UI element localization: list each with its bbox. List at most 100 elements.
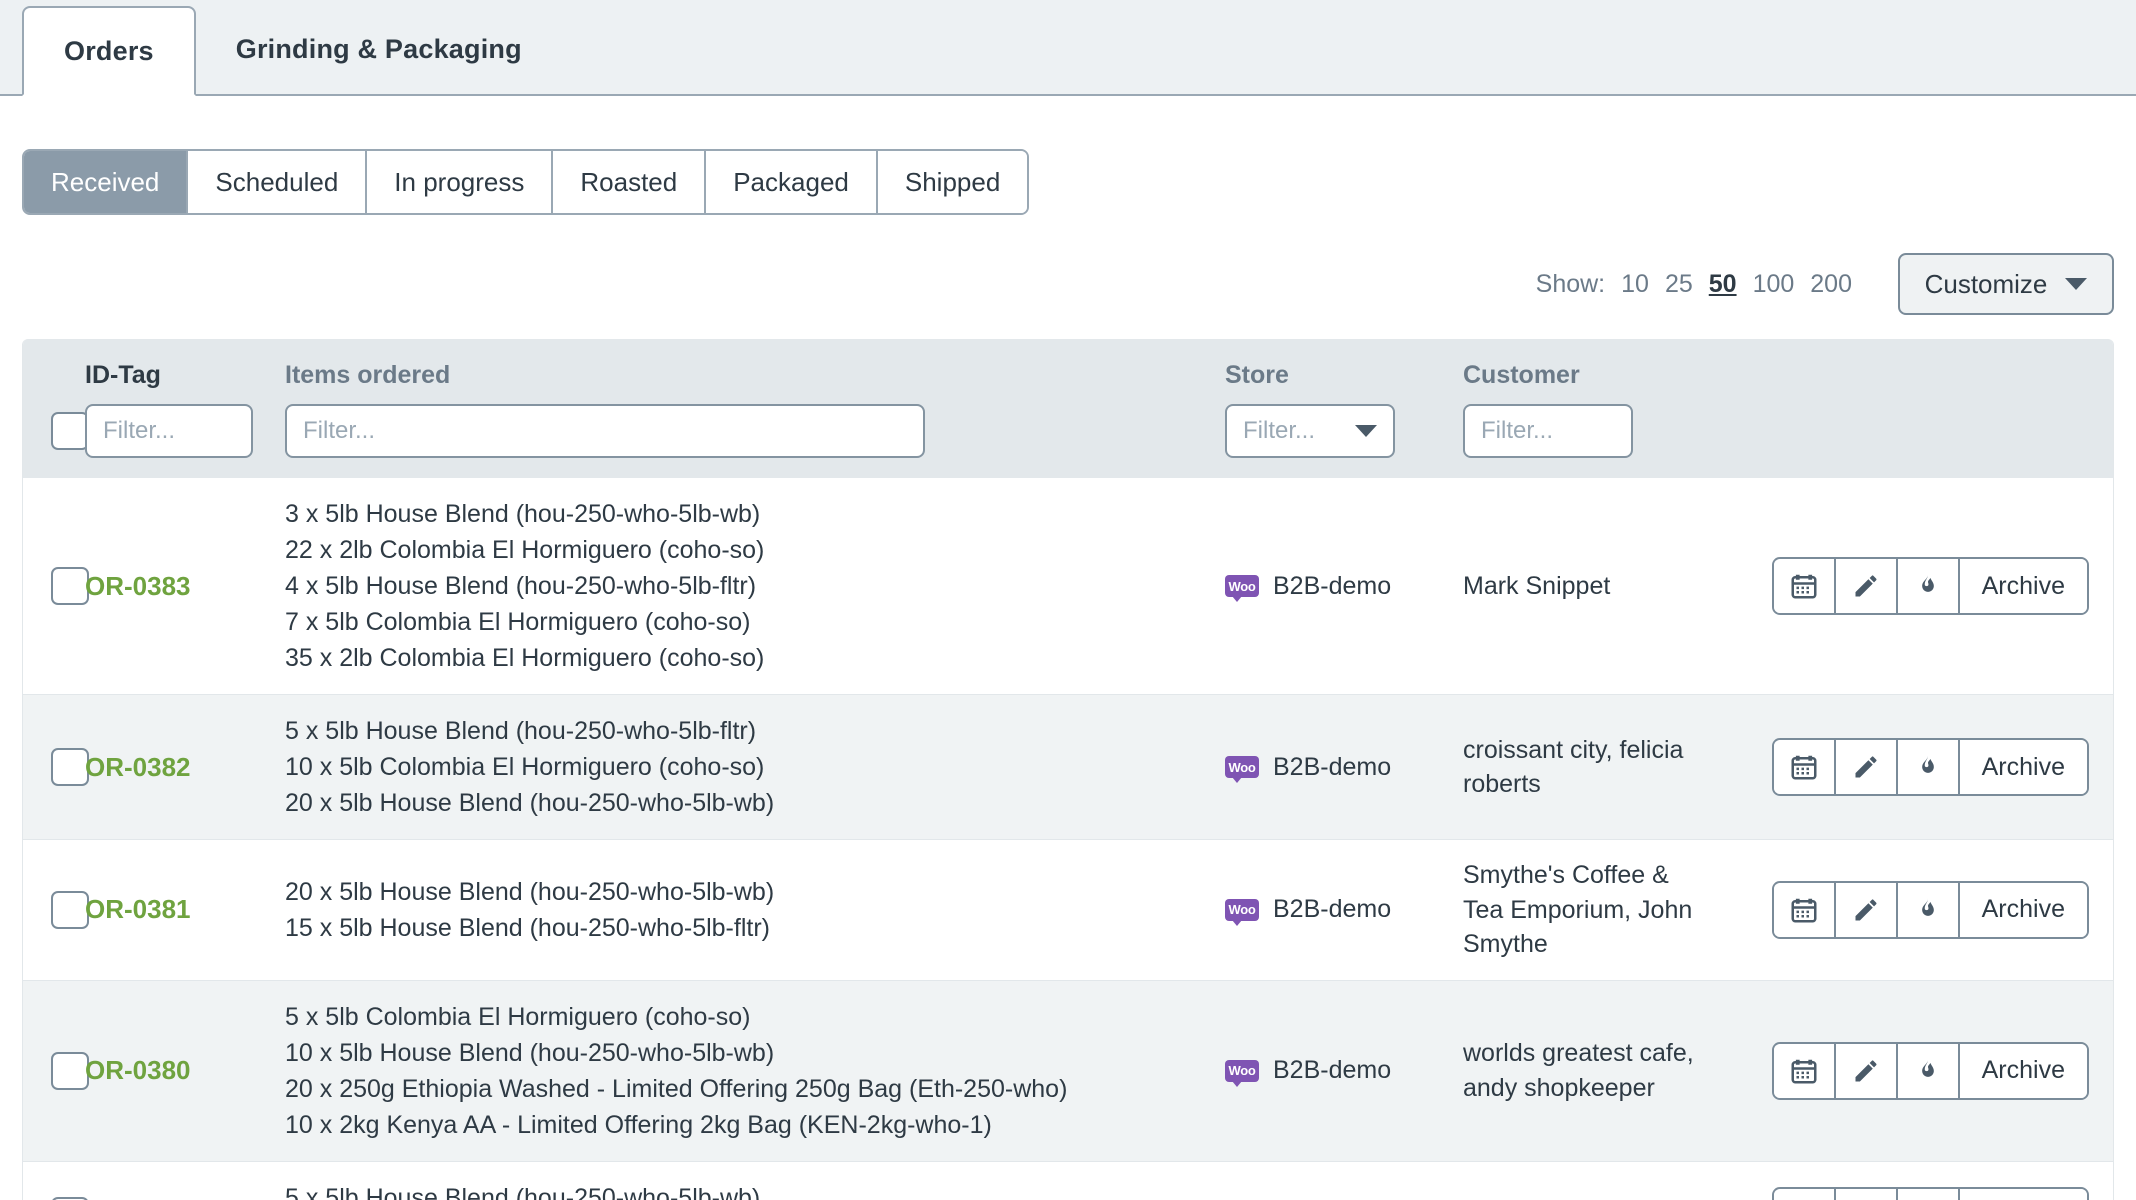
status-filter-packaged[interactable]: Packaged (706, 151, 878, 213)
customer-name: worlds greatest cafe, andy shopkeeper (1463, 1039, 1694, 1102)
schedule-button[interactable] (1773, 882, 1836, 937)
status-filter-in-progress[interactable]: In progress (367, 151, 554, 213)
roast-button[interactable] (1897, 740, 1960, 794)
show-option-50[interactable]: 50 (1709, 270, 1737, 299)
filter-input-id-tag[interactable] (85, 404, 253, 458)
row-action-group: Archive (1771, 1041, 2089, 1100)
status-filter-in-progress-label: In progress (394, 166, 525, 197)
archive-button[interactable]: Archive (1959, 740, 2087, 794)
status-filter-roasted-label: Roasted (580, 166, 678, 197)
status-filter-scheduled[interactable]: Scheduled (188, 151, 368, 213)
table-row: OR-0380 5 x 5lb Colombia El Hormiguero (c… (23, 980, 2113, 1162)
customize-button[interactable]: Customize (1898, 253, 2114, 315)
row-action-group: Archive (1771, 880, 2089, 939)
status-filter-roasted[interactable]: Roasted (553, 151, 707, 213)
tab-grinding-packaging[interactable]: Grinding & Packaging (196, 4, 562, 94)
filter-select-store[interactable] (1225, 404, 1395, 458)
customer-name: Smythe's Coffee & Tea Emporium, John Smy… (1463, 861, 1693, 958)
store-cell: Woo B2B-demo (1225, 895, 1463, 926)
status-filter-bar: Received Scheduled In progress Roasted P… (22, 96, 2114, 215)
calendar-icon (1789, 571, 1819, 601)
schedule-button[interactable] (1773, 1043, 1836, 1098)
store-name: B2B-demo (1273, 1056, 1392, 1084)
order-item-line: 20 x 250g Ethiopia Washed - Limited Offe… (285, 1074, 1068, 1103)
store-name: B2B-demo (1273, 752, 1392, 781)
customer-name: Mark Snippet (1463, 571, 1611, 600)
status-filter-packaged-label: Packaged (733, 166, 849, 197)
order-item-line: 5 x 5lb House Blend (hou-250-who-5lb-wb) (285, 1183, 761, 1200)
order-id-link[interactable]: OR-0381 (85, 894, 191, 924)
order-items-cell: 5 x 5lb House Blend (hou-250-who-5lb-wb)… (285, 1180, 1225, 1200)
status-filter-received[interactable]: Received (24, 151, 189, 213)
row-select-checkbox[interactable] (51, 1196, 89, 1200)
status-segmented-control: Received Scheduled In progress Roasted P… (22, 149, 1030, 215)
roast-button[interactable] (1897, 882, 1960, 937)
filter-input-items-ordered[interactable] (285, 404, 925, 458)
column-header-store: Store (1225, 361, 1289, 389)
row-select-checkbox[interactable] (51, 1051, 89, 1090)
main-tab-bar: Orders Grinding & Packaging (0, 0, 2136, 96)
table-toolbar: Show: 10 25 50 100 200 Customize (22, 253, 2114, 315)
order-item-line: 22 x 2lb Colombia El Hormiguero (coho-so… (285, 536, 765, 564)
edit-button[interactable] (1835, 1188, 1898, 1200)
show-option-25[interactable]: 25 (1665, 270, 1693, 299)
schedule-button[interactable] (1773, 740, 1836, 794)
order-items-cell: 3 x 5lb House Blend (hou-250-who-5lb-wb)… (285, 496, 1225, 676)
archive-button[interactable]: Archive (1959, 1188, 2087, 1200)
show-option-100[interactable]: 100 (1753, 270, 1795, 299)
table-row: OR-0382 5 x 5lb House Blend (hou-250-who-… (23, 695, 2113, 840)
customize-button-label: Customize (1924, 268, 2048, 299)
row-select-checkbox[interactable] (51, 567, 89, 605)
table-row: OR-0383 3 x 5lb House Blend (hou-250-who-… (23, 478, 2113, 695)
row-action-group: Archive (1771, 1186, 2089, 1200)
tab-orders-label: Orders (64, 35, 154, 66)
filter-row (23, 404, 2113, 458)
column-header-id-tag: ID-Tag (85, 361, 161, 389)
schedule-button[interactable] (1773, 559, 1836, 613)
show-option-10[interactable]: 10 (1621, 270, 1649, 299)
order-id-link[interactable]: OR-0380 (85, 1055, 191, 1085)
order-item-line: 10 x 5lb House Blend (hou-250-who-5lb-wb… (285, 1038, 775, 1067)
chevron-down-icon (2065, 278, 2088, 290)
schedule-button[interactable] (1773, 1188, 1836, 1200)
store-name: B2B-demo (1273, 571, 1392, 600)
row-action-group: Archive (1771, 738, 2089, 796)
filter-input-customer[interactable] (1463, 404, 1633, 458)
tab-orders[interactable]: Orders (22, 6, 196, 96)
edit-button[interactable] (1835, 559, 1898, 613)
row-action-group: Archive (1771, 557, 2089, 615)
edit-button[interactable] (1835, 740, 1898, 794)
roast-button[interactable] (1897, 1043, 1960, 1098)
status-filter-scheduled-label: Scheduled (215, 166, 339, 197)
edit-button[interactable] (1835, 882, 1898, 937)
order-id-link[interactable]: OR-0383 (85, 571, 191, 601)
woo-icon: Woo (1225, 756, 1259, 783)
order-items-cell: 5 x 5lb House Blend (hou-250-who-5lb-flt… (285, 713, 1225, 821)
order-id-link[interactable]: OR-0382 (85, 752, 191, 782)
order-item-line: 20 x 5lb House Blend (hou-250-who-5lb-wb… (285, 789, 775, 817)
edit-button[interactable] (1835, 1043, 1898, 1098)
archive-button[interactable]: Archive (1959, 882, 2087, 937)
order-items-cell: 5 x 5lb Colombia El Hormiguero (coho-so)… (285, 999, 1225, 1143)
order-items-cell: 20 x 5lb House Blend (hou-250-who-5lb-wb… (285, 874, 1225, 946)
roast-button[interactable] (1897, 1188, 1960, 1200)
pencil-icon (1852, 1057, 1880, 1085)
orders-table: ID-Tag Items ordered Store Customer Filt… (22, 339, 2114, 1200)
orders-table-body: OR-0383 3 x 5lb House Blend (hou-250-who-… (23, 478, 2113, 1200)
select-all-checkbox[interactable] (51, 412, 89, 450)
status-filter-shipped[interactable]: Shipped (877, 151, 1028, 213)
pencil-icon (1852, 753, 1880, 781)
roast-button[interactable] (1897, 559, 1960, 613)
order-item-line: 7 x 5lb Colombia El Hormiguero (coho-so) (285, 608, 751, 636)
order-item-line: 10 x 2kg Kenya AA - Limited Offering 2kg… (285, 1110, 992, 1139)
customer-name: croissant city, felicia roberts (1463, 735, 1684, 799)
row-select-checkbox[interactable] (51, 748, 89, 786)
archive-button[interactable]: Archive (1959, 1043, 2087, 1098)
table-row: OR-03795 x 5lb House Blend (hou-250-who-… (23, 1162, 2113, 1200)
show-option-200[interactable]: 200 (1810, 270, 1852, 299)
filter-select-store-wrapper (1225, 404, 1395, 458)
archive-button[interactable]: Archive (1959, 559, 2087, 613)
row-select-checkbox[interactable] (51, 890, 89, 929)
flame-icon (1914, 572, 1942, 600)
order-item-line: 5 x 5lb Colombia El Hormiguero (coho-so) (285, 1002, 751, 1031)
